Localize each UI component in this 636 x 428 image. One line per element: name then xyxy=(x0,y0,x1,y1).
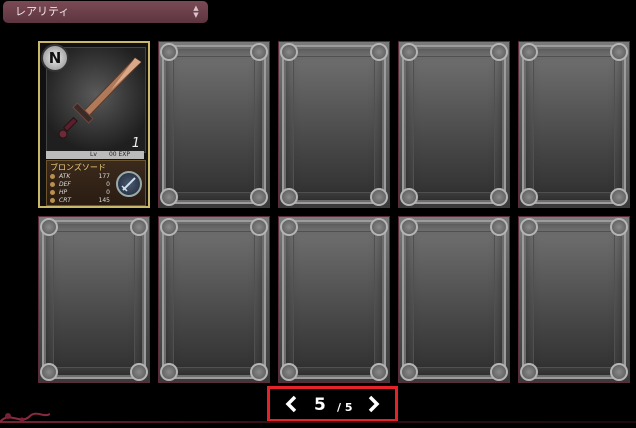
corner-ornament-icon xyxy=(40,218,58,236)
stat-value: 0 xyxy=(106,181,110,188)
stat-value: 0 xyxy=(106,189,110,196)
corner-ornament-icon xyxy=(370,218,388,236)
empty-card-slot[interactable] xyxy=(518,216,630,383)
rarity-rank-icon: N xyxy=(41,44,69,72)
corner-ornament-icon xyxy=(610,43,628,61)
slot-frame xyxy=(282,45,386,204)
chevron-left-icon xyxy=(285,395,297,413)
corner-ornament-icon xyxy=(160,363,178,381)
corner-ornament-icon xyxy=(280,363,298,381)
stat-bullet-icon xyxy=(50,190,55,195)
corner-ornament-icon xyxy=(520,218,538,236)
slot-frame xyxy=(162,45,266,204)
corner-ornament-icon xyxy=(280,43,298,61)
corner-ornament-icon xyxy=(370,188,388,206)
corner-ornament-icon xyxy=(610,363,628,381)
corner-ornament-icon xyxy=(130,363,148,381)
corner-ornament-icon xyxy=(400,218,418,236)
corner-ornament-icon xyxy=(490,363,508,381)
empty-card-slot[interactable] xyxy=(158,216,270,383)
sort-arrows-icon: ▲ ▼ xyxy=(193,4,199,19)
corner-ornament-icon xyxy=(520,43,538,61)
stat-value: 145 xyxy=(98,197,110,204)
card-level: 1 xyxy=(131,136,140,151)
corner-ornament-icon xyxy=(490,43,508,61)
slot-frame xyxy=(162,220,266,379)
empty-card-slot[interactable] xyxy=(398,41,510,208)
corner-ornament-icon xyxy=(160,218,178,236)
prev-page-button[interactable] xyxy=(282,394,302,414)
stat-key: CRT xyxy=(59,197,72,204)
sword-skill-icon xyxy=(116,171,142,197)
corner-ornament-icon xyxy=(490,218,508,236)
corner-ornament-icon xyxy=(250,43,268,61)
card-info-panel: ブロンズソード ATK 177 DEF 0 HP 0 CRT 145 xyxy=(46,160,146,206)
corner-ornament-icon xyxy=(400,188,418,206)
stat-key: ATK xyxy=(59,173,71,180)
slot-frame xyxy=(402,45,506,204)
corner-ornament-icon xyxy=(610,188,628,206)
empty-card-slot[interactable] xyxy=(158,41,270,208)
card-exp-bar: Lv 00 EXP xyxy=(46,151,144,159)
corner-ornament-icon xyxy=(160,43,178,61)
corner-ornament-icon xyxy=(370,43,388,61)
card-grid: N 1 Lv 00 EXP ブロンズソード ATK 177 DEF 0 HP 0 xyxy=(38,41,630,383)
corner-ornament-icon xyxy=(610,218,628,236)
corner-ornament-icon xyxy=(40,363,58,381)
corner-ornament-icon xyxy=(160,188,178,206)
stat-value: 177 xyxy=(98,173,110,180)
next-page-button[interactable] xyxy=(363,394,383,414)
empty-card-slot[interactable] xyxy=(278,216,390,383)
corner-ornament-icon xyxy=(250,188,268,206)
slot-frame xyxy=(522,45,626,204)
empty-card-slot[interactable] xyxy=(398,216,510,383)
slot-frame xyxy=(522,220,626,379)
corner-ornament-icon xyxy=(130,218,148,236)
corner-ornament-icon xyxy=(280,218,298,236)
corner-ornament-icon xyxy=(250,363,268,381)
floral-ornament-icon xyxy=(0,412,50,423)
slot-frame xyxy=(282,220,386,379)
slot-frame xyxy=(402,220,506,379)
total-pages: / 5 xyxy=(337,401,353,414)
stat-key: DEF xyxy=(59,181,71,188)
corner-ornament-icon xyxy=(250,218,268,236)
chevron-right-icon xyxy=(368,395,380,413)
lv-label: Lv xyxy=(90,151,97,158)
slot-frame xyxy=(42,220,146,379)
rarity-dropdown-label: レアリティ xyxy=(15,5,70,18)
corner-ornament-icon xyxy=(520,363,538,381)
stat-bullet-icon xyxy=(50,182,55,187)
empty-card-slot[interactable] xyxy=(278,41,390,208)
pagination: 5 / 5 xyxy=(267,386,398,422)
corner-ornament-icon xyxy=(400,363,418,381)
card-bronze-sword[interactable]: N 1 Lv 00 EXP ブロンズソード ATK 177 DEF 0 HP 0 xyxy=(38,41,150,208)
corner-ornament-icon xyxy=(490,188,508,206)
stat-bullet-icon xyxy=(50,174,55,179)
current-page: 5 xyxy=(314,395,326,415)
exp-text: 00 EXP xyxy=(108,151,130,158)
corner-ornament-icon xyxy=(370,363,388,381)
empty-card-slot[interactable] xyxy=(38,216,150,383)
rarity-dropdown[interactable]: レアリティ ▲ ▼ xyxy=(3,1,208,23)
corner-ornament-icon xyxy=(280,188,298,206)
card-name: ブロンズソード xyxy=(50,163,106,172)
corner-ornament-icon xyxy=(520,188,538,206)
stat-bullet-icon xyxy=(50,198,55,203)
corner-ornament-icon xyxy=(400,43,418,61)
footer-divider xyxy=(0,421,636,423)
stat-key: HP xyxy=(59,189,68,196)
empty-card-slot[interactable] xyxy=(518,41,630,208)
